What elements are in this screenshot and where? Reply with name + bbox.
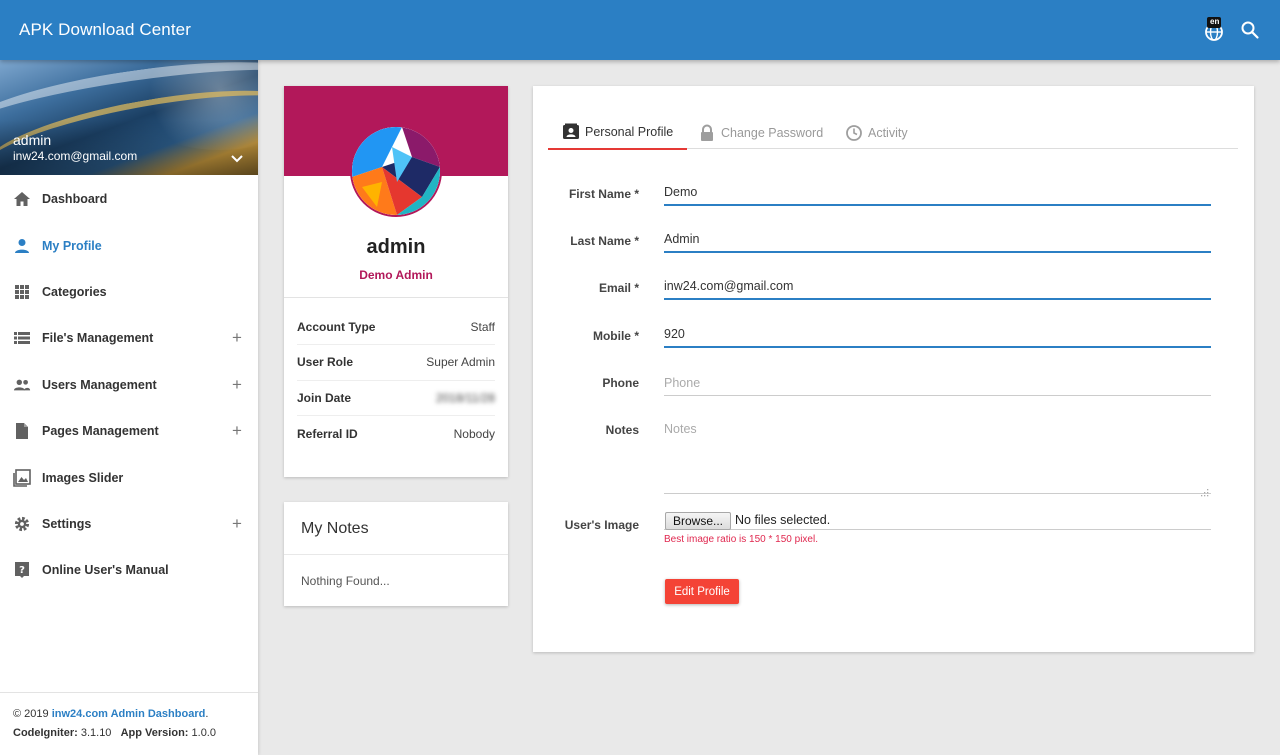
- person-icon: [13, 237, 31, 255]
- profile-tabs: Personal Profile Change Password Activit…: [548, 116, 1238, 150]
- profile-form-card: Personal Profile Change Password Activit…: [533, 86, 1254, 652]
- sidebar-item-label: Online User's Manual: [42, 563, 169, 578]
- language-badge: en: [1210, 17, 1220, 26]
- join-date-value: 2018/11/28: [435, 390, 495, 405]
- user-name: admin: [13, 132, 52, 148]
- info-row-join-date: Join Date 2018/11/28: [297, 381, 495, 416]
- mobile-label: Mobile *: [592, 329, 639, 343]
- sidebar-item-images-slider[interactable]: Images Slider: [0, 454, 258, 500]
- edit-profile-button[interactable]: Edit Profile: [665, 579, 739, 604]
- sidebar-item-settings[interactable]: Settings +: [0, 501, 258, 547]
- ci-version: 3.1.10: [80, 727, 112, 739]
- info-row-account-type: Account Type Staff: [297, 310, 495, 346]
- first-name-field[interactable]: [664, 180, 1211, 206]
- sidebar-item-label: Images Slider: [42, 470, 124, 485]
- phone-label: Phone: [602, 376, 639, 390]
- info-row-user-role: User Role Super Admin: [297, 345, 495, 381]
- expand-plus-icon[interactable]: +: [232, 328, 242, 348]
- email-label: Email *: [598, 281, 639, 295]
- expand-plus-icon[interactable]: +: [232, 421, 242, 441]
- browse-button[interactable]: Browse...: [665, 512, 732, 530]
- user-banner: admin inw24.com@gmail.com: [0, 60, 258, 175]
- expand-plus-icon[interactable]: +: [232, 375, 242, 395]
- sidebar-item-users-management[interactable]: Users Management +: [0, 362, 258, 408]
- sidebar-item-files-management[interactable]: File's Management +: [0, 315, 258, 361]
- sidebar-item-label: Settings: [42, 516, 92, 531]
- sidebar-item-categories[interactable]: Categories: [0, 269, 258, 315]
- sidebar-item-my-profile[interactable]: My Profile: [0, 222, 258, 268]
- expand-plus-icon[interactable]: +: [232, 514, 242, 534]
- ci-label: CodeIgniter:: [13, 727, 78, 739]
- tab-label: Personal Profile: [585, 125, 674, 139]
- lock-icon: [698, 124, 716, 142]
- sidebar-item-online-manual[interactable]: ? Online User's Manual: [0, 547, 258, 593]
- sidebar-footer: © 2019 inw24.com Admin Dashboard. CodeIg…: [0, 692, 258, 746]
- profile-info-list: Account Type Staff User Role Super Admin…: [297, 310, 495, 451]
- tab-label: Change Password: [721, 125, 824, 140]
- user-image-label: User's Image: [564, 518, 639, 532]
- sidebar-item-label: Dashboard: [42, 192, 108, 207]
- home-icon: [13, 190, 31, 208]
- divider: [284, 554, 508, 555]
- user-email: inw24.com@gmail.com: [13, 149, 138, 163]
- last-name-label: Last Name *: [570, 234, 639, 248]
- contact-card-icon: [562, 123, 580, 141]
- gear-icon: [13, 515, 31, 533]
- user-image-file-input: Browse... No files selected.: [664, 510, 1211, 530]
- notes-card: My Notes Nothing Found...: [284, 502, 508, 606]
- notes-title: My Notes: [301, 520, 369, 537]
- sidebar: admin inw24.com@gmail.com Dashboard My P…: [0, 60, 258, 755]
- notes-field[interactable]: [664, 422, 1211, 494]
- profile-role: Demo Admin: [359, 268, 433, 282]
- resize-handle-icon[interactable]: [1201, 484, 1209, 497]
- chevron-down-icon[interactable]: [229, 151, 245, 167]
- search-icon[interactable]: [1240, 20, 1260, 40]
- grid-icon: [13, 283, 31, 301]
- list-icon: [13, 329, 31, 347]
- sidebar-menu: Dashboard My Profile Categories File's M…: [0, 176, 258, 594]
- tab-change-password[interactable]: Change Password: [698, 116, 823, 149]
- notes-label: Notes: [605, 423, 639, 437]
- tab-activity[interactable]: Activity: [845, 116, 908, 149]
- first-name-label: First Name *: [568, 187, 639, 201]
- phone-field[interactable]: [664, 370, 1211, 396]
- copyright-text: © 2019: [13, 708, 49, 720]
- svg-text:?: ?: [19, 565, 25, 576]
- email-field[interactable]: [664, 274, 1211, 300]
- sidebar-item-label: Users Management: [42, 377, 157, 392]
- sidebar-item-label: File's Management: [42, 331, 154, 346]
- language-globe-icon[interactable]: en: [1202, 17, 1226, 43]
- last-name-field[interactable]: [664, 227, 1211, 253]
- info-row-referral-id: Referral ID Nobody: [297, 426, 495, 441]
- profile-card: admin Demo Admin Account Type Staff User…: [284, 86, 508, 477]
- profile-name: admin: [366, 236, 426, 258]
- divider: [284, 297, 508, 298]
- app-version: 1.0.0: [191, 727, 216, 739]
- app-title: APK Download Center: [19, 20, 191, 39]
- file-status-text: No files selected.: [735, 513, 831, 527]
- tab-personal-profile[interactable]: Personal Profile: [548, 116, 688, 150]
- notes-empty-text: Nothing Found...: [301, 574, 390, 588]
- top-app-bar: APK Download Center en: [0, 0, 1280, 60]
- mobile-field[interactable]: [664, 322, 1211, 348]
- people-icon: [13, 376, 31, 394]
- tab-label: Activity: [868, 125, 908, 140]
- avatar: [350, 125, 442, 217]
- app-version-label: App Version:: [120, 727, 189, 739]
- sidebar-item-pages-management[interactable]: Pages Management +: [0, 408, 258, 454]
- image-icon: [13, 468, 31, 487]
- image-ratio-hint: Best image ratio is 150 * 150 pixel.: [664, 534, 818, 545]
- document-icon: [13, 422, 31, 440]
- sidebar-item-label: Pages Management: [42, 424, 159, 439]
- sidebar-item-dashboard[interactable]: Dashboard: [0, 176, 258, 222]
- sidebar-item-label: My Profile: [42, 238, 102, 253]
- sidebar-item-label: Categories: [42, 284, 107, 299]
- footer-link[interactable]: inw24.com Admin Dashboard: [52, 708, 206, 720]
- help-icon: ?: [13, 561, 31, 579]
- clock-icon: [845, 124, 863, 142]
